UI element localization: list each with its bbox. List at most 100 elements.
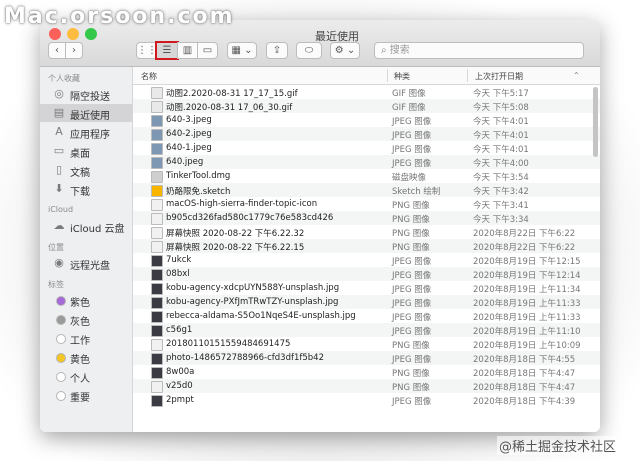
table-row[interactable]: 640-2.jpeg JPEG 图像 今天 下午4:01 [133,127,600,141]
column-name-header[interactable]: 名称 [141,71,157,82]
search-field[interactable]: ⌕ 搜索 [374,42,584,59]
table-row[interactable]: rebecca-aldama-S5Oo1NqeS4E-unsplash.jpg J… [133,309,600,323]
action-button[interactable]: ⚙ ⌄ [330,42,360,59]
sidebar-item[interactable]: ▤ 最近使用 [40,104,132,122]
table-row[interactable]: b905cd326fad580c1779c76e583cd426 PNG 图像 今天… [133,211,600,225]
tag-button[interactable]: ⬭ [296,42,322,59]
forward-button[interactable]: › [65,42,83,59]
table-row[interactable]: TinkerTool.dmg 磁盘映像 今天 下午3:54 [133,169,600,183]
sidebar-item[interactable]: A 应用程序 [40,123,132,142]
file-date: 2020年8月19日 下午12:15 [473,257,581,267]
file-date: 今天 下午3:54 [473,173,529,183]
file-name: 2pmpt [166,395,194,405]
table-row[interactable]: 奶酪限免.sketch Sketch 绘制 今天 下午3:42 [133,183,600,197]
table-row[interactable]: kobu-agency-xdcpUYN588Y-unsplash.jpg JPEG… [133,281,600,295]
file-date: 今天 下午3:42 [473,187,529,197]
sidebar-item[interactable]: 个人 [40,367,132,385]
table-row[interactable]: photo-1486572788966-cfd3df1f5b42 JPEG 图像 2… [133,351,600,365]
column-date-header[interactable]: 上次打开日期 [475,71,523,82]
table-row[interactable]: 8w00a PNG 图像 2020年8月18日 下午4:47 [133,365,600,379]
sidebar-item-label: 隔空投送 [70,92,110,103]
sidebar-item[interactable]: 黄色 [40,348,132,366]
table-row[interactable]: 动图2.2020-08-31 17_17_15.gif GIF 图像 今天 下午5:… [133,85,600,99]
group-by-button[interactable]: ▦ ⌄ [227,42,257,59]
file-icon [151,269,163,281]
sidebar-item-label: 下载 [70,187,90,198]
file-icon [151,213,163,225]
gallery-view-button[interactable]: ▭ [197,42,218,59]
file-kind: JPEG 图像 [392,397,432,407]
file-name: v25d0 [166,381,193,391]
file-name: 奶酪限免.sketch [166,187,231,197]
sidebar-item-label: 文稿 [70,168,90,179]
back-button[interactable]: ‹ [48,42,66,59]
cloud-icon: ☁ [53,219,65,232]
zoom-button[interactable] [85,28,97,40]
file-kind: GIF 图像 [392,103,426,113]
file-name: c56g1 [166,325,193,335]
table-row[interactable]: 08bxl JPEG 图像 2020年8月19日 下午12:14 [133,267,600,281]
column-kind-header[interactable]: 种类 [394,71,410,82]
sidebar-item[interactable]: ◎ 隔空投送 [40,85,132,104]
file-name: 7ukck [166,255,192,265]
file-icon [151,199,163,211]
file-kind: PNG 图像 [392,201,430,211]
table-row[interactable]: 屏幕快照 2020-08-22 下午6.22.15 PNG 图像 2020年8月22… [133,239,600,253]
column-view-button[interactable]: ▥ [177,42,198,59]
file-date: 2020年8月19日 上午11:33 [473,313,581,323]
tag-dot-icon [56,334,66,344]
sidebar-item-label: 重要 [70,393,90,404]
file-icon [151,129,163,141]
icon-view-button[interactable]: ⋮⋮ [136,42,157,59]
tag-dot-icon [56,372,66,382]
table-row[interactable]: macOS-high-sierra-finder-topic-icon PNG 图… [133,197,600,211]
file-kind: PNG 图像 [392,383,430,393]
table-row[interactable]: 640-3.jpeg JPEG 图像 今天 下午4:01 [133,113,600,127]
watermark-logo: Mac.orsoon.com [4,4,235,29]
table-row[interactable]: 640-1.jpeg JPEG 图像 今天 下午4:01 [133,141,600,155]
share-button[interactable]: ⇪ [266,42,288,59]
file-name: 640-3.jpeg [166,115,212,125]
file-name: 动图2.2020-08-31 17_17_15.gif [166,89,298,99]
table-row[interactable]: 动图.2020-08-31 17_06_30.gif GIF 图像 今天 下午5:0… [133,99,600,113]
table-row[interactable]: kobu-agency-PXfJmTRwTZY-unsplash.jpg JPEG… [133,295,600,309]
sidebar-item[interactable]: 灰色 [40,310,132,328]
sidebar-item[interactable]: ▭ 桌面 [40,142,132,161]
sidebar-item-label: 灰色 [70,317,90,328]
vertical-scrollbar[interactable] [593,87,598,157]
table-row[interactable]: 屏幕快照 2020-08-22 下午6.22.32 PNG 图像 2020年8月22… [133,225,600,239]
file-name: TinkerTool.dmg [166,171,231,181]
table-row[interactable]: c56g1 JPEG 图像 2020年8月19日 上午11:10 [133,323,600,337]
sidebar-item-label: 个人 [70,374,90,385]
table-row[interactable]: 7ukck JPEG 图像 2020年8月19日 下午12:15 [133,253,600,267]
sidebar-item[interactable]: ◉ 远程光盘 [40,254,132,273]
file-kind: 磁盘映像 [392,173,427,183]
file-date: 今天 下午4:01 [473,145,529,155]
file-kind: JPEG 图像 [392,117,432,127]
minimize-button[interactable] [67,28,79,40]
column-header: 名称 种类 上次打开日期 ⌃ [133,67,600,85]
table-row[interactable]: 640.jpeg JPEG 图像 今天 下午4:00 [133,155,600,169]
desktop-icon: ▭ [53,144,65,157]
sidebar-item[interactable]: ⬇ 下载 [40,180,132,199]
sidebar-item[interactable]: ▯ 文稿 [40,161,132,180]
sort-chevron-icon[interactable]: ⌃ [573,71,580,80]
sidebar-item[interactable]: ☁ iCloud 云盘 [40,217,132,236]
file-name: 08bxl [166,269,190,279]
documents-icon: ▯ [55,163,63,176]
file-date: 2020年8月18日 下午4:39 [473,397,576,407]
close-button[interactable] [49,28,61,40]
file-icon [151,381,163,393]
file-date: 今天 下午4:01 [473,131,529,141]
airdrop-icon: ◎ [54,87,64,100]
sidebar-item[interactable]: 紫色 [40,291,132,309]
sidebar-item[interactable]: 工作 [40,329,132,347]
file-date: 2020年8月18日 下午4:55 [473,355,576,365]
file-date: 2020年8月19日 上午11:34 [473,285,581,295]
file-name: photo-1486572788966-cfd3df1f5b42 [166,353,324,363]
list-view-button[interactable]: ☰ [155,41,179,60]
table-row[interactable]: 20180110151559484691475 PNG 图像 2020年8月19日 … [133,337,600,351]
table-row[interactable]: 2pmpt JPEG 图像 2020年8月18日 下午4:39 [133,393,600,407]
sidebar-item[interactable]: 重要 [40,386,132,404]
table-row[interactable]: v25d0 PNG 图像 2020年8月18日 下午4:47 [133,379,600,393]
